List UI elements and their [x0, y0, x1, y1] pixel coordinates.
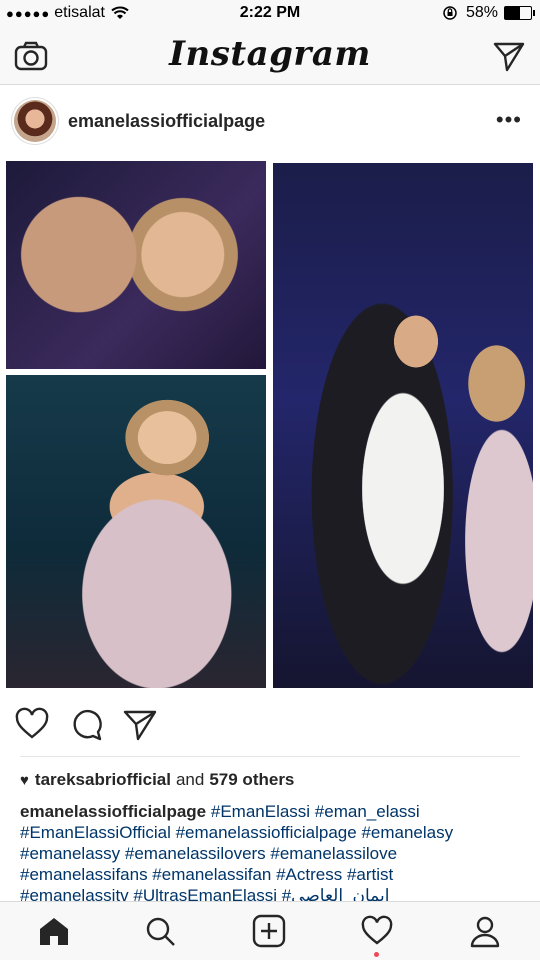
avatar[interactable]: [14, 100, 56, 142]
likes-summary[interactable]: ♥ tareksabriofficial and 579 others: [20, 770, 294, 790]
notification-dot: [374, 952, 379, 957]
app-logo: Instagram: [169, 34, 371, 74]
hashtags-line-2[interactable]: #EmanElassiOfficial #emanelassiofficialp…: [20, 822, 530, 843]
post-photo-right[interactable]: [273, 163, 533, 688]
liker-username[interactable]: tareksabriofficial: [35, 770, 171, 790]
caption-username[interactable]: emanelassiofficialpage: [20, 802, 206, 821]
post-photo-bottom-left[interactable]: [6, 375, 266, 688]
home-icon[interactable]: [37, 914, 71, 948]
hashtags-line-1[interactable]: #EmanElassi #eman_elassi: [211, 802, 420, 821]
paper-plane-icon[interactable]: [122, 706, 158, 742]
status-right: 58%: [442, 4, 535, 22]
caption-line-1: emanelassiofficialpage #EmanElassi #eman…: [20, 801, 530, 822]
post-header: emanelassiofficialpage •••: [0, 85, 540, 155]
bottom-tab-bar: [0, 901, 540, 960]
status-bar: ●●●●● etisalat 2:22 PM 58%: [0, 0, 540, 28]
top-navigation-bar: Instagram: [0, 28, 540, 85]
rotation-lock-icon: [443, 6, 457, 20]
post-caption: emanelassiofficialpage #EmanElassi #eman…: [20, 801, 530, 906]
battery-percent: 58%: [465, 4, 498, 21]
hashtags-line-3[interactable]: #emanelassy #emanelassilovers #emanelass…: [20, 843, 530, 864]
post-username[interactable]: emanelassiofficialpage: [68, 111, 265, 132]
profile-icon[interactable]: [468, 914, 502, 948]
battery-fill: [505, 7, 521, 19]
likes-others[interactable]: 579 others: [209, 770, 294, 790]
paper-plane-icon[interactable]: [492, 40, 526, 72]
more-options-icon[interactable]: •••: [496, 109, 522, 131]
hashtags-line-4[interactable]: #emanelassifans #emanelassifan #Actress …: [20, 864, 530, 885]
battery-nub: [533, 10, 535, 16]
add-post-icon[interactable]: [252, 914, 286, 948]
heart-icon[interactable]: [14, 706, 50, 742]
heart-icon[interactable]: [360, 914, 394, 948]
heart-icon: ♥: [20, 771, 29, 789]
likes-connector: and: [175, 770, 205, 789]
search-icon[interactable]: [143, 914, 177, 948]
comment-icon[interactable]: [68, 706, 104, 742]
post-actions: [0, 706, 540, 750]
battery-icon: [504, 6, 535, 20]
actions-divider: [20, 756, 520, 757]
post-photo-top-left[interactable]: [6, 161, 266, 369]
